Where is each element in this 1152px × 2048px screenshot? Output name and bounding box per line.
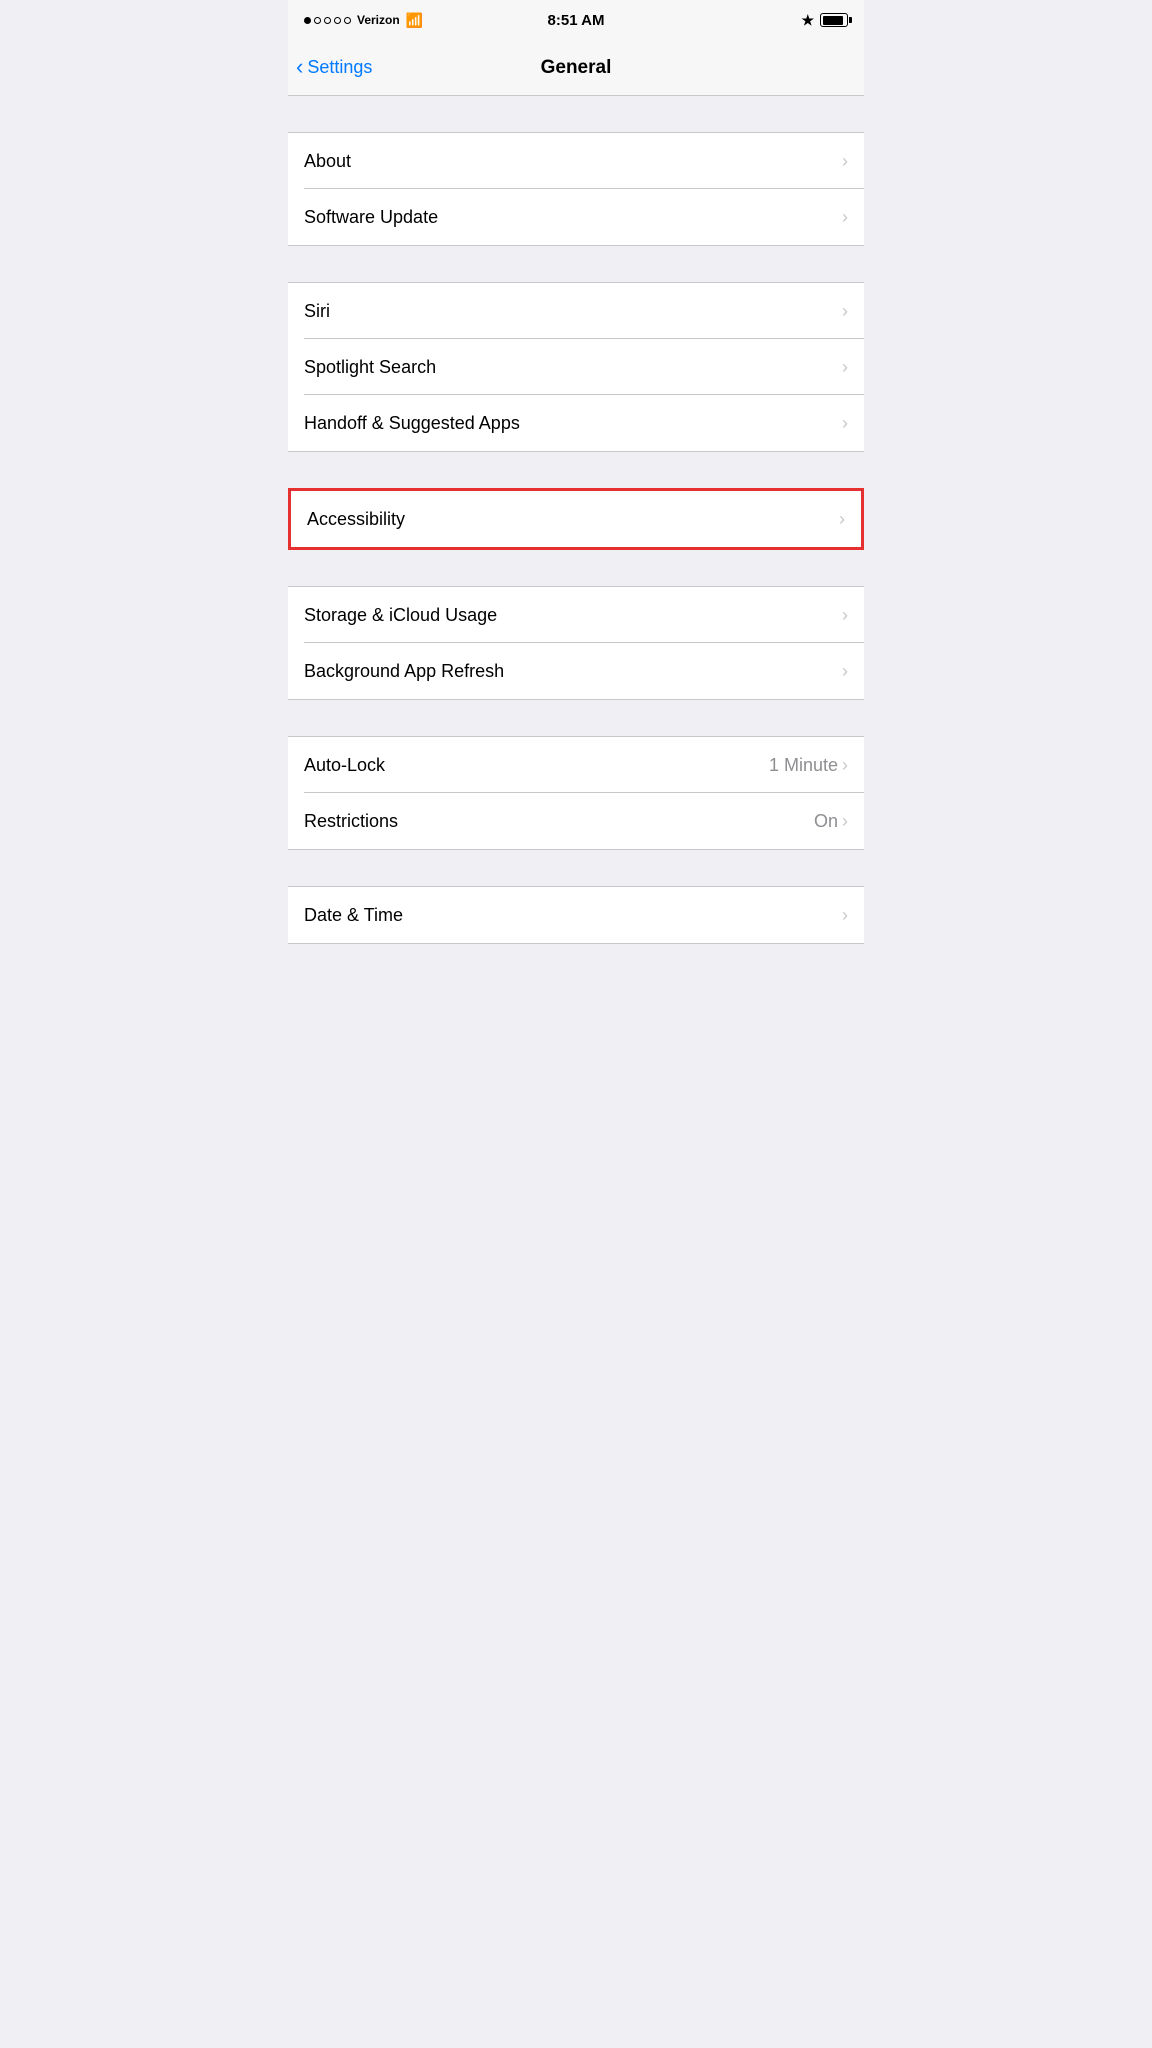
handoff-suggested-apps-right: › bbox=[842, 413, 848, 434]
handoff-suggested-apps-row[interactable]: Handoff & Suggested Apps › bbox=[288, 395, 864, 451]
back-label: Settings bbox=[307, 57, 372, 78]
spotlight-search-right: › bbox=[842, 357, 848, 378]
spotlight-search-chevron-icon: › bbox=[842, 357, 848, 378]
handoff-chevron-icon: › bbox=[842, 413, 848, 434]
accessibility-group: Accessibility › bbox=[288, 488, 864, 550]
restrictions-row[interactable]: Restrictions On › bbox=[288, 793, 864, 849]
signal-dot-2 bbox=[314, 17, 321, 24]
settings-group-4: Storage & iCloud Usage › Background App … bbox=[288, 586, 864, 700]
spacer-6 bbox=[288, 850, 864, 886]
date-time-right: › bbox=[842, 905, 848, 926]
storage-icloud-chevron-icon: › bbox=[842, 605, 848, 626]
wifi-icon: 📶 bbox=[406, 12, 423, 29]
spacer-below-accessibility bbox=[288, 550, 864, 586]
bluetooth-icon: ★ bbox=[801, 12, 814, 29]
nav-back-button[interactable]: ‹ Settings bbox=[296, 57, 372, 78]
software-update-chevron-icon: › bbox=[842, 207, 848, 228]
handoff-suggested-apps-label: Handoff & Suggested Apps bbox=[304, 413, 520, 434]
background-app-refresh-row[interactable]: Background App Refresh › bbox=[288, 643, 864, 699]
battery-fill bbox=[823, 16, 844, 25]
settings-group-1: About › Software Update › bbox=[288, 132, 864, 246]
restrictions-value: On bbox=[814, 811, 838, 832]
settings-group-5: Auto-Lock 1 Minute › Restrictions On › bbox=[288, 736, 864, 850]
battery-indicator bbox=[820, 13, 848, 27]
auto-lock-value: 1 Minute bbox=[769, 755, 838, 776]
siri-right: › bbox=[842, 301, 848, 322]
software-update-label: Software Update bbox=[304, 207, 438, 228]
spotlight-search-row[interactable]: Spotlight Search › bbox=[288, 339, 864, 395]
page-title: General bbox=[541, 57, 612, 79]
status-right: ★ bbox=[801, 12, 848, 29]
date-time-chevron-icon: › bbox=[842, 905, 848, 926]
auto-lock-right: 1 Minute › bbox=[769, 755, 848, 776]
about-right: › bbox=[842, 151, 848, 172]
nav-bar: ‹ Settings General bbox=[288, 40, 864, 96]
spacer-2 bbox=[288, 246, 864, 282]
spacer-above-accessibility bbox=[288, 452, 864, 488]
signal-strength bbox=[304, 17, 351, 24]
siri-chevron-icon: › bbox=[842, 301, 848, 322]
back-chevron-icon: ‹ bbox=[296, 56, 303, 78]
siri-label: Siri bbox=[304, 301, 330, 322]
siri-row[interactable]: Siri › bbox=[288, 283, 864, 339]
storage-icloud-row[interactable]: Storage & iCloud Usage › bbox=[288, 587, 864, 643]
status-bar: Verizon 📶 8:51 AM ★ bbox=[288, 0, 864, 40]
date-time-label: Date & Time bbox=[304, 905, 403, 926]
storage-icloud-label: Storage & iCloud Usage bbox=[304, 605, 497, 626]
status-time: 8:51 AM bbox=[548, 12, 605, 29]
storage-icloud-right: › bbox=[842, 605, 848, 626]
accessibility-right: › bbox=[839, 509, 845, 530]
spacer-1 bbox=[288, 96, 864, 132]
accessibility-chevron-icon: › bbox=[839, 509, 845, 530]
about-label: About bbox=[304, 151, 351, 172]
background-app-refresh-right: › bbox=[842, 661, 848, 682]
background-app-refresh-chevron-icon: › bbox=[842, 661, 848, 682]
about-row[interactable]: About › bbox=[288, 133, 864, 189]
date-time-row[interactable]: Date & Time › bbox=[288, 887, 864, 943]
auto-lock-row[interactable]: Auto-Lock 1 Minute › bbox=[288, 737, 864, 793]
accessibility-label: Accessibility bbox=[307, 509, 405, 530]
background-app-refresh-label: Background App Refresh bbox=[304, 661, 504, 682]
signal-dot-4 bbox=[334, 17, 341, 24]
battery-body bbox=[820, 13, 848, 27]
spotlight-search-label: Spotlight Search bbox=[304, 357, 436, 378]
accessibility-row[interactable]: Accessibility › bbox=[291, 491, 861, 547]
signal-dot-5 bbox=[344, 17, 351, 24]
signal-dot-1 bbox=[304, 17, 311, 24]
software-update-right: › bbox=[842, 207, 848, 228]
software-update-row[interactable]: Software Update › bbox=[288, 189, 864, 245]
status-left: Verizon 📶 bbox=[304, 12, 423, 29]
restrictions-chevron-icon: › bbox=[842, 811, 848, 832]
restrictions-label: Restrictions bbox=[304, 811, 398, 832]
spacer-5 bbox=[288, 700, 864, 736]
auto-lock-chevron-icon: › bbox=[842, 755, 848, 776]
carrier-label: Verizon bbox=[357, 13, 400, 27]
about-chevron-icon: › bbox=[842, 151, 848, 172]
settings-group-2: Siri › Spotlight Search › Handoff & Sugg… bbox=[288, 282, 864, 452]
signal-dot-3 bbox=[324, 17, 331, 24]
settings-group-6: Date & Time › bbox=[288, 886, 864, 944]
auto-lock-label: Auto-Lock bbox=[304, 755, 385, 776]
restrictions-right: On › bbox=[814, 811, 848, 832]
